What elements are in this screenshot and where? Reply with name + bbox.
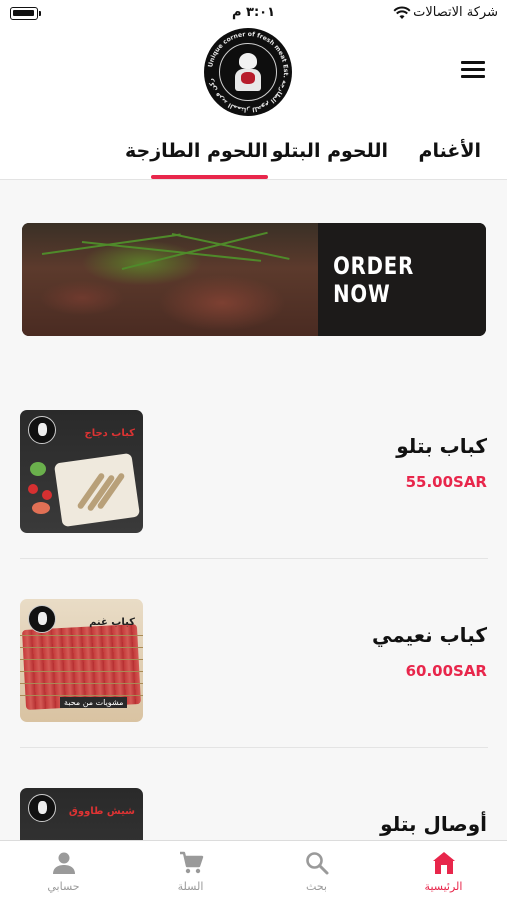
product-image-title: شيش طاووق	[68, 806, 135, 817]
logo-ring-text: Unique corner of fresh meat Est. ركن فري…	[207, 31, 289, 113]
list-item[interactable]: كباب غنم مشويات من محبة كباب نعيمي 60.00…	[0, 599, 507, 749]
banner-steak-image	[22, 223, 318, 336]
list-item[interactable]: كباب دجاج كباب بتلو 55.00SAR	[0, 410, 507, 560]
logo-ring-label: Unique corner of fresh meat Est. ركن فري…	[207, 31, 289, 113]
category-tabs: الأغنام اللحوم البتلو اللحوم الطازجة	[0, 124, 507, 180]
product-name: كباب نعيمي	[372, 623, 487, 647]
divider	[20, 558, 488, 559]
product-price: 60.00SAR	[405, 662, 487, 680]
account-icon	[52, 852, 75, 874]
tab-veal[interactable]: اللحوم البتلو	[272, 140, 388, 162]
bottom-nav: الرئيسية بحث السلة حسابي	[0, 840, 507, 900]
divider	[20, 747, 488, 748]
nav-account[interactable]: حسابي	[0, 841, 127, 900]
tab-fresh-meat[interactable]: اللحوم الطازجة	[125, 140, 268, 162]
status-bar: شركة الاتصالات ٣:٠١ م	[0, 0, 507, 28]
order-now-banner[interactable]: ORDER NOW	[22, 223, 486, 336]
svg-text:Unique corner of fresh meat Es: Unique corner of fresh meat Est. ركن فري…	[207, 31, 289, 113]
tab-sheep[interactable]: الأغنام	[419, 140, 481, 162]
nav-cart-label: السلة	[177, 880, 204, 893]
nav-home[interactable]: الرئيسية	[380, 841, 507, 900]
product-image: شيش طاووق	[20, 788, 143, 840]
product-image-title: كباب غنم	[89, 617, 135, 628]
cart-icon	[179, 851, 203, 874]
list-item[interactable]: شيش طاووق أوصال بتلو	[0, 788, 507, 840]
nav-search-label: بحث	[306, 880, 327, 893]
hamburger-menu-icon[interactable]	[461, 61, 485, 79]
active-tab-indicator	[151, 175, 268, 179]
product-image-label: مشويات من محبة	[60, 697, 128, 708]
order-now-label: ORDER NOW	[333, 251, 415, 308]
clock: ٣:٠١ م	[231, 5, 276, 20]
carrier-name: شركة الاتصالات	[413, 5, 498, 20]
app-header: Unique corner of fresh meat Est. ركن فري…	[0, 28, 507, 124]
product-name: أوصال بتلو	[380, 812, 487, 836]
product-price: 55.00SAR	[405, 473, 487, 491]
nav-cart[interactable]: السلة	[127, 841, 254, 900]
nav-search[interactable]: بحث	[253, 841, 380, 900]
product-image: كباب دجاج	[20, 410, 143, 533]
nav-home-label: الرئيسية	[424, 880, 463, 893]
wifi-icon	[393, 6, 411, 19]
product-name: كباب بتلو	[396, 434, 487, 458]
product-image-title: كباب دجاج	[84, 428, 135, 439]
product-image: كباب غنم مشويات من محبة	[20, 599, 143, 722]
home-icon	[432, 852, 455, 874]
product-list-area[interactable]: ORDER NOW كباب دجاج كباب بتلو 55.00SAR ك…	[0, 180, 507, 840]
search-icon	[305, 852, 328, 875]
nav-account-label: حسابي	[47, 880, 80, 893]
battery-icon	[10, 7, 41, 20]
